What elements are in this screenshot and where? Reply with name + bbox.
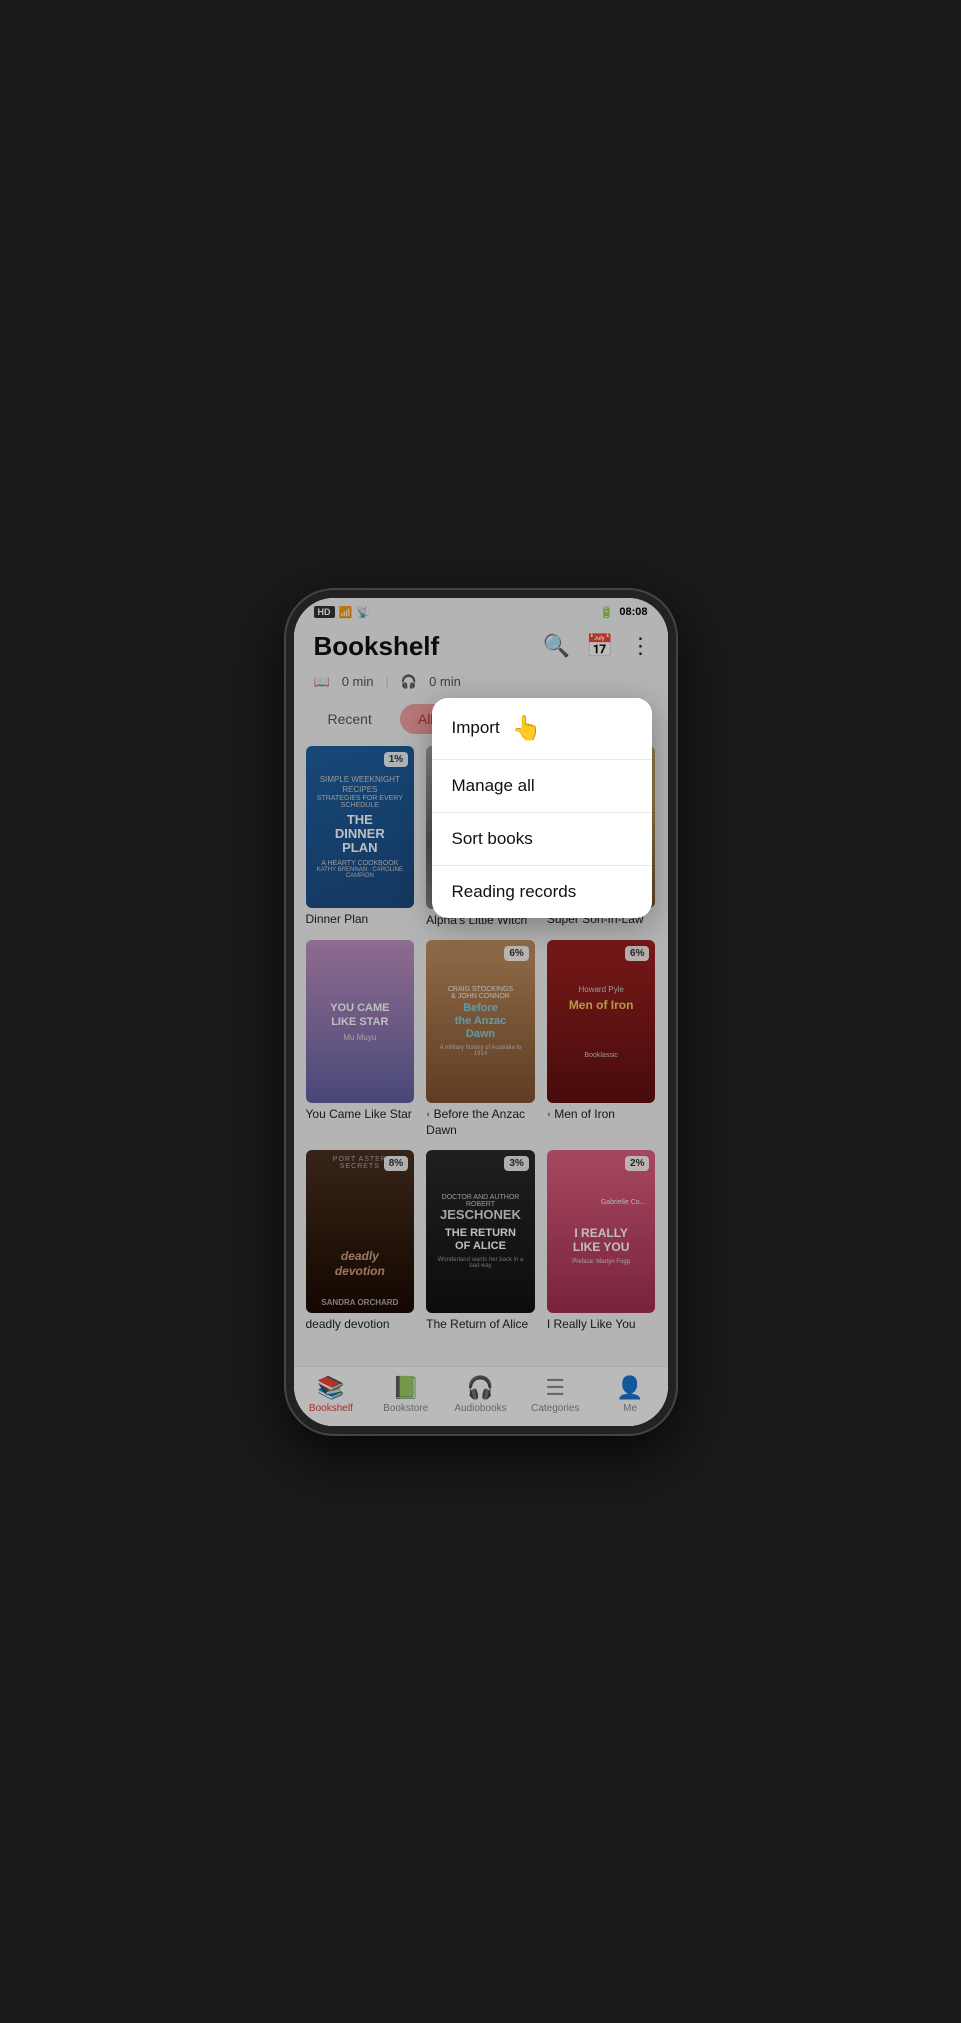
- dropdown-menu: Import 👆 Manage all Sort books Reading r…: [432, 698, 652, 918]
- menu-item-reading-records[interactable]: Reading records: [432, 866, 652, 918]
- sort-books-label: Sort books: [452, 829, 533, 849]
- menu-item-manage-all[interactable]: Manage all: [432, 760, 652, 813]
- menu-item-import[interactable]: Import 👆: [432, 698, 652, 760]
- import-label: Import: [452, 718, 500, 738]
- manage-all-label: Manage all: [452, 776, 535, 796]
- cursor-pointer-icon: 👆: [512, 714, 542, 743]
- reading-records-label: Reading records: [452, 882, 577, 902]
- menu-item-sort-books[interactable]: Sort books: [432, 813, 652, 866]
